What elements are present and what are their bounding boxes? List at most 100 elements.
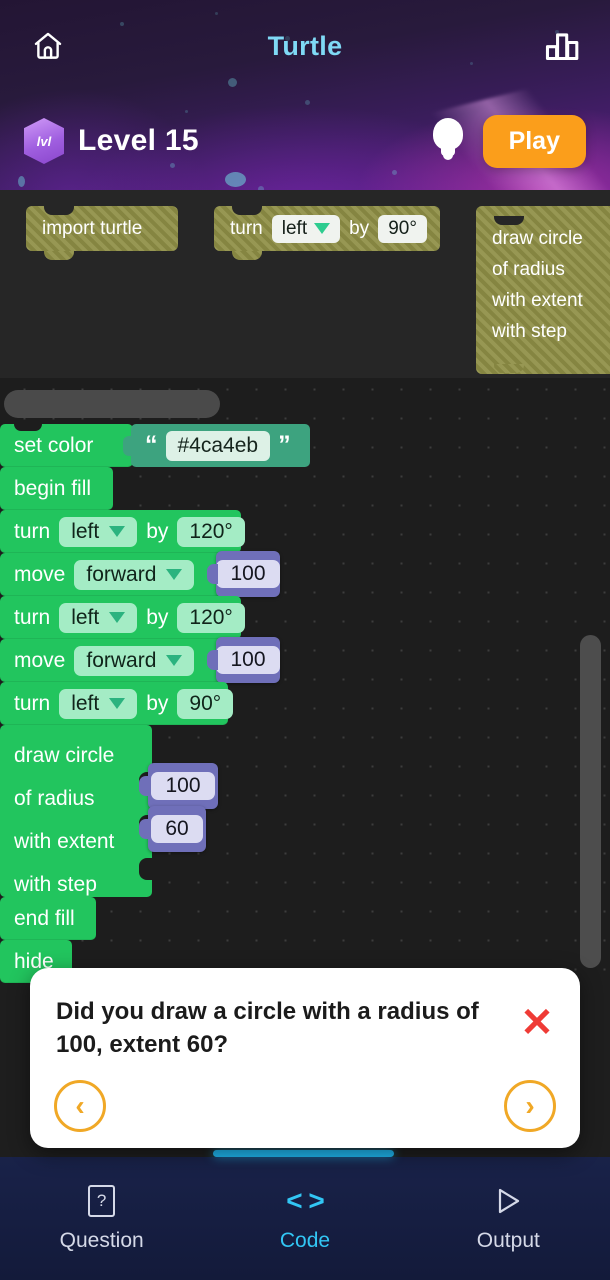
palette-connector-label: by [349,217,370,239]
angle-field[interactable]: 120° [177,516,245,547]
line-with-extent: with extent [14,829,115,853]
workspace-block-move-2[interactable]: move forward [0,639,225,682]
workspace-block-end-fill[interactable]: end fill [0,897,96,940]
block-label: turn [14,519,51,543]
workspace-block-turn-2[interactable]: turn left by 120° [0,596,245,639]
palette-block-turn[interactable]: turn left by 90° [214,206,440,260]
connector-label: by [146,519,169,543]
palette-block-import-turtle[interactable]: import turtle [26,206,178,260]
close-x-icon[interactable]: ✕ [518,1003,556,1044]
palette-direction-dropdown[interactable]: left [271,214,341,243]
next-question-button[interactable]: › [504,1080,556,1132]
quote-close-icon: ” [278,431,291,460]
bulb-tip [442,155,453,160]
palette-angle-field[interactable]: 90° [378,214,427,243]
chevron-down-icon [109,612,126,623]
palette-line-with-step: with step [492,320,567,342]
chevron-down-icon [109,526,126,537]
block-notch-top [14,639,42,646]
workspace-number-block-move-1[interactable]: 100 [207,551,280,597]
tab-label-question: Question [59,1228,144,1252]
direction-dropdown[interactable]: left [59,688,138,719]
chevron-right-icon: › [525,1090,535,1121]
chevron-down-icon [166,569,183,580]
workspace-block-color-string[interactable]: “ #4ca4eb ” [123,424,310,467]
dropdown-value: forward [86,648,157,672]
tab-output[interactable]: Output [407,1185,610,1253]
block-notch-top [14,510,42,517]
socket-with-step[interactable] [139,858,152,880]
app-header: Turtle lvl Level 15 Play [0,0,610,190]
palette-line-with-extent: with extent [492,289,583,311]
block-notch-bottom [44,251,74,260]
chevron-down-icon [109,698,126,709]
top-bar: Turtle [0,0,610,92]
bottom-navigation: ? Question < > Code Output [0,1157,610,1280]
bar-chart-icon[interactable] [538,22,586,70]
workspace-block-set-color[interactable]: set color [0,424,133,467]
page-title: Turtle [267,30,343,61]
dropdown-value: forward [86,562,157,586]
block-label: turn [14,605,51,629]
block-notch-top [14,596,42,603]
block-notch-top [14,682,42,689]
bulb-glass [432,118,463,150]
prev-question-button[interactable]: ‹ [54,1080,106,1132]
line-draw-circle: draw circle [14,743,115,767]
play-triangle-icon [493,1185,523,1217]
dropdown-value: left [281,217,308,239]
block-notch-top [14,553,42,560]
block-notch-top [232,206,262,215]
level-badge-text: lvl [36,133,52,149]
block-notch-top [14,467,42,474]
quote-open-icon: “ [145,431,158,460]
workspace-number-block-extent[interactable]: 60 [139,806,206,852]
vertical-scrollbar[interactable] [580,635,601,968]
number-input[interactable]: 100 [216,560,280,588]
chevron-down-icon [166,655,183,666]
workspace-block-move-1[interactable]: move forward [0,553,225,596]
tab-label-output: Output [476,1228,540,1252]
palette-block-label: turn [230,217,263,239]
angle-field[interactable]: 120° [177,602,245,633]
direction-dropdown[interactable]: left [59,516,138,547]
block-label: set color [14,433,94,457]
move-direction-dropdown[interactable]: forward [74,645,195,676]
chevron-down-icon [314,223,331,234]
workspace-number-block-radius[interactable]: 100 [139,763,218,809]
workspace-block-turn-1[interactable]: turn left by 120° [0,510,245,553]
workspace-block-turn-3[interactable]: turn left by 90° [0,682,234,725]
direction-dropdown[interactable]: left [59,602,138,633]
block-plug [207,564,218,584]
block-palette[interactable]: import turtle turn left by 90° draw circ… [0,190,610,378]
block-notch-bottom [494,364,524,373]
block-plug [139,819,150,839]
tab-code[interactable]: < > Code [203,1185,406,1253]
workspace-number-block-move-2[interactable]: 100 [207,637,280,683]
palette-line-of-radius: of radius [492,258,565,280]
palette-block-draw-circle[interactable]: draw circle of radius with extent with s… [476,206,610,374]
horizontal-scrollbar[interactable] [4,390,220,418]
play-button[interactable]: Play [482,114,586,168]
home-icon[interactable] [24,22,72,70]
radius-input[interactable]: 100 [151,772,215,800]
block-label: move [14,648,66,672]
color-value-input[interactable]: #4ca4eb [165,430,271,461]
block-label: move [14,562,66,586]
block-label: turn [14,691,51,715]
dropdown-value: left [71,691,100,715]
tab-question[interactable]: ? Question [0,1184,203,1253]
code-workspace[interactable]: set color “ #4ca4eb ” begin fill turn le… [0,378,610,990]
workspace-block-draw-circle[interactable]: draw circle of radius with extent with s… [0,725,152,904]
block-plug [123,435,132,456]
angle-field[interactable]: 90° [177,688,234,719]
workspace-block-begin-fill[interactable]: begin fill [0,467,113,510]
lightbulb-icon[interactable] [429,118,467,164]
block-notch-bottom [232,251,262,260]
move-direction-dropdown[interactable]: forward [74,559,195,590]
number-input[interactable]: 100 [216,646,280,674]
extent-input[interactable]: 60 [151,815,203,843]
turtle-coding-app: Turtle lvl Level 15 Play import turtle t… [0,0,610,1280]
dropdown-value: left [71,605,100,629]
connector-label: by [146,605,169,629]
